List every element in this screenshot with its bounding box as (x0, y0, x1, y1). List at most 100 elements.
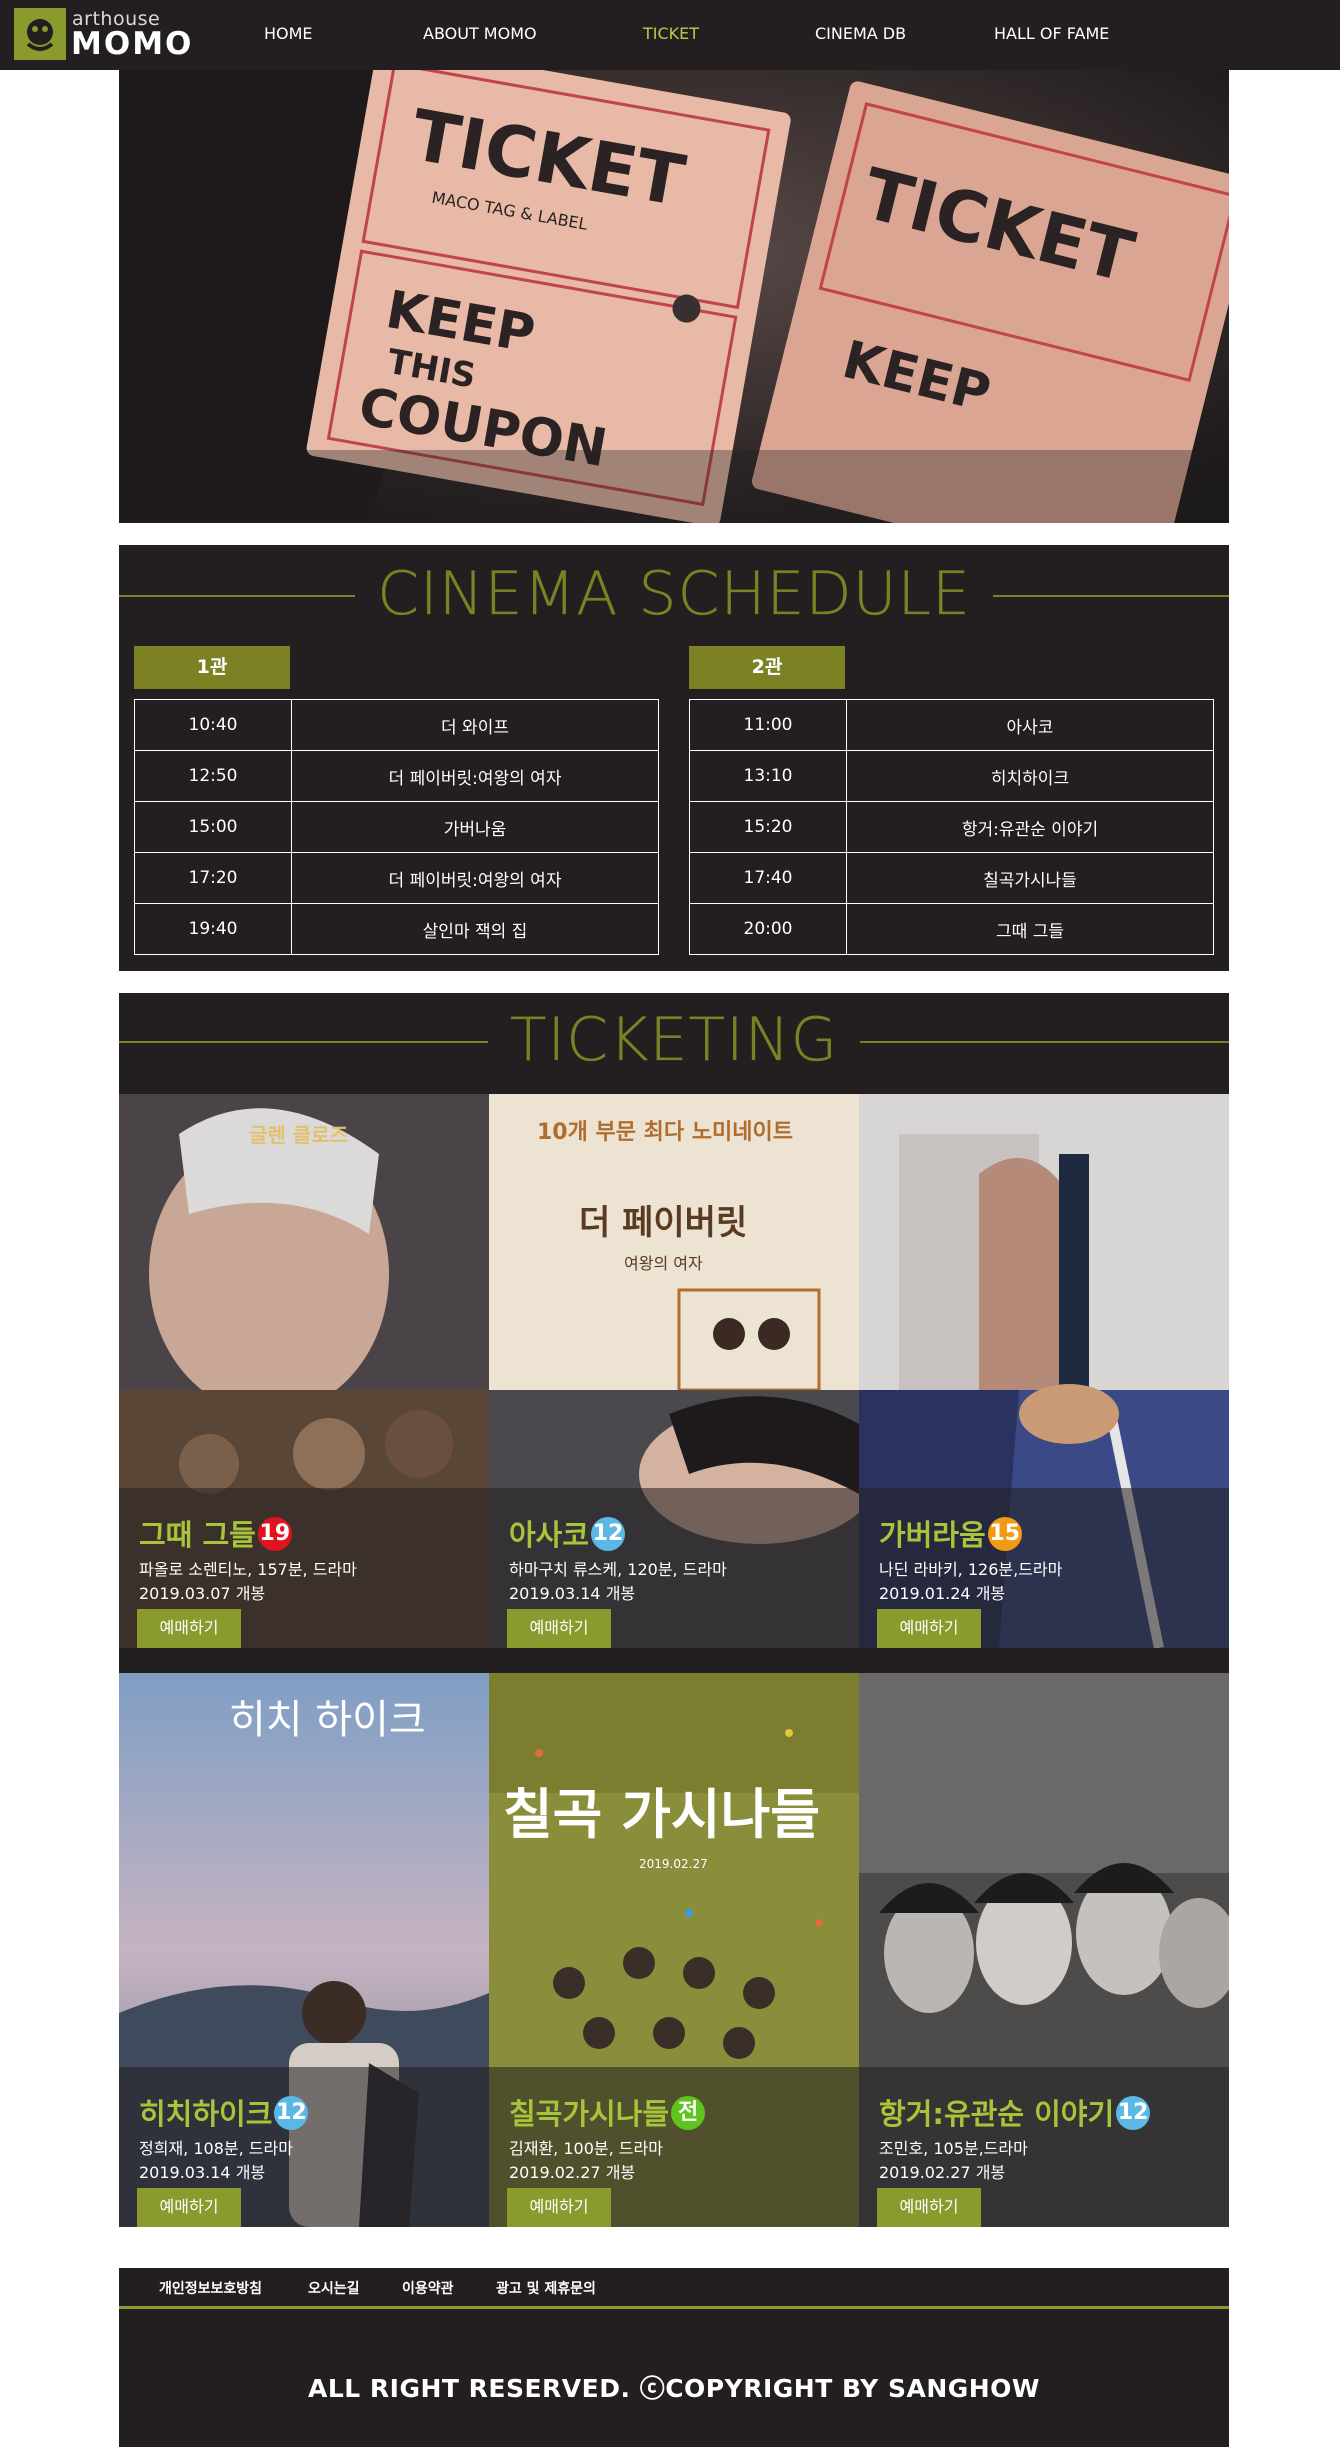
movie-card[interactable]: 10개 부문 최다 노미네이트 더 페이버릿 여왕의 여자 아사코 12 하마구치… (489, 1094, 859, 1648)
table-row: 15:00 가버나움 (134, 801, 659, 853)
hall-1-tab[interactable]: 1관 (134, 646, 290, 689)
hero-banner: TICKET MACO TAG & LABEL KEEP THIS COUPON… (119, 70, 1229, 523)
showtime: 13:10 (689, 750, 847, 802)
movie-name: 아사코 (509, 1518, 590, 1552)
footer-links-bar: 개인정보보호방침 오시는길 이용약관 광고 및 제휴문의 (119, 2268, 1229, 2309)
poster-text: 칠곡 가시나들 (503, 1783, 820, 1846)
table-row: 15:20 항거:유관순 이야기 (689, 801, 1214, 853)
movie-card[interactable]: 칠곡 가시나들 2019.02.27 칠곡가시나들 전 김재환, 100분, 드라… (489, 1673, 859, 2227)
movie-title: 아사코 (846, 699, 1214, 751)
card-title: 히치하이크 12 (139, 2091, 309, 2133)
age-rating-badge: 전 (671, 2096, 706, 2130)
nav-ticket[interactable]: TICKET (643, 24, 699, 43)
top-nav: arthouse MOMO HOME ABOUT MOMO TICKET CIN… (0, 0, 1340, 70)
table-row: 13:10 히치하이크 (689, 750, 1214, 802)
reserve-button[interactable]: 예매하기 (507, 1609, 611, 1648)
cinema-schedule-section: CINEMA SCHEDULE 1관 2관 10:40 더 와이프 12:50 더 … (119, 545, 1229, 971)
movie-title: 가버나움 (291, 801, 659, 853)
showtime: 11:00 (689, 699, 847, 751)
movie-name: 가버라움 (879, 1518, 986, 1552)
movie-title: 더 페이버릿:여왕의 여자 (291, 852, 659, 904)
nav-cinema-db[interactable]: CINEMA DB (815, 24, 906, 43)
release-date: 2019.03.07 개봉 (139, 1584, 266, 1603)
reserve-button[interactable]: 예매하기 (877, 2188, 981, 2227)
reserve-button[interactable]: 예매하기 (137, 2188, 241, 2227)
showtime: 19:40 (134, 903, 292, 955)
movie-title: 항거:유관순 이야기 (846, 801, 1214, 853)
footer-terms-link[interactable]: 이용약관 (402, 2278, 454, 2298)
movie-info: 정희재, 108분, 드라마 (139, 2139, 293, 2158)
card-title: 항거:유관순 이야기 12 (879, 2091, 1151, 2133)
showtime: 20:00 (689, 903, 847, 955)
showtime: 17:20 (134, 852, 292, 904)
card-title: 가버라움 15 (879, 1512, 1022, 1554)
hall-2-tab[interactable]: 2관 (689, 646, 845, 689)
poster-text: 글렌 클로즈 (249, 1123, 348, 1147)
table-row: 11:00 아사코 (689, 699, 1214, 751)
reserve-button[interactable]: 예매하기 (507, 2188, 611, 2227)
table-row: 20:00 그때 그들 (689, 903, 1214, 955)
table-row: 17:40 칠곡가시나들 (689, 852, 1214, 904)
movie-card[interactable]: 글렌 클로즈 그때 그들 19 파올로 소렌티노, 157분, 드라마 2019.… (119, 1094, 489, 1648)
nav-about[interactable]: ABOUT MOMO (423, 24, 537, 43)
movie-info: 김재환, 100분, 드라마 (509, 2139, 663, 2158)
footer-privacy-link[interactable]: 개인정보보호방침 (159, 2278, 262, 2298)
schedule-title: CINEMA SCHEDULE (355, 559, 993, 629)
ticketing-title: TICKETING (487, 1005, 861, 1075)
card-title: 칠곡가시나들 전 (509, 2091, 706, 2133)
movie-name: 히치하이크 (139, 2097, 273, 2131)
showtime: 12:50 (134, 750, 292, 802)
age-rating-badge: 15 (987, 1517, 1022, 1551)
movie-card[interactable]: 항거:유관순 이야기 12 조민호, 105분,드라마 2019.02.27 개봉… (859, 1673, 1229, 2227)
movie-title: 그때 그들 (846, 903, 1214, 955)
ticketing-section: TICKETING 글렌 클로즈 그때 그들 19 파올로 소렌티노, 157분,… (119, 993, 1229, 2227)
showtime: 17:40 (689, 852, 847, 904)
table-row: 19:40 살인마 잭의 집 (134, 903, 659, 955)
table-row: 12:50 더 페이버릿:여왕의 여자 (134, 750, 659, 802)
reserve-button[interactable]: 예매하기 (137, 1609, 241, 1648)
hall-1-schedule-table: 10:40 더 와이프 12:50 더 페이버릿:여왕의 여자 15:00 가버나움 … (134, 699, 659, 955)
age-rating-badge: 19 (257, 1517, 292, 1551)
reserve-button[interactable]: 예매하기 (877, 1609, 981, 1648)
movie-title: 더 와이프 (291, 699, 659, 751)
poster-text: 10개 부문 최다 노미네이트 (537, 1120, 793, 1145)
movie-card[interactable]: 히치 하이크 히치하이크 12 정희재, 108분, 드라마 2019.03.14… (119, 1673, 489, 2227)
release-date: 2019.03.14 개봉 (139, 2163, 266, 2182)
movie-name: 항거:유관순 이야기 (879, 2097, 1115, 2131)
logo-mark-icon (14, 8, 66, 60)
movie-title: 칠곡가시나들 (846, 852, 1214, 904)
footer: ALL RIGHT RESERVED. ⓒCOPYRIGHT BY SANGHO… (119, 2309, 1229, 2447)
age-rating-badge: 12 (591, 1517, 626, 1551)
age-rating-badge: 12 (1116, 2096, 1151, 2130)
movie-title: 살인마 잭의 집 (291, 903, 659, 955)
footer-ads-link[interactable]: 광고 및 제휴문의 (496, 2278, 596, 2298)
hero-tickets-image: TICKET MACO TAG & LABEL KEEP THIS COUPON… (119, 70, 1229, 523)
movie-info: 조민호, 105분,드라마 (879, 2139, 1028, 2158)
showtime: 10:40 (134, 699, 292, 751)
card-title: 아사코 12 (509, 1512, 626, 1554)
nav-hall-of-fame[interactable]: HALL OF FAME (994, 24, 1109, 43)
poster-text: 히치 하이크 (229, 1697, 426, 1743)
age-rating-badge: 12 (274, 2096, 309, 2130)
movie-info: 하마구치 류스케, 120분, 드라마 (509, 1560, 727, 1579)
movie-name: 칠곡가시나들 (509, 2097, 670, 2131)
logo-title: MOMO (71, 26, 194, 62)
showtime: 15:20 (689, 801, 847, 853)
hall-2-schedule-table: 11:00 아사코 13:10 히치하이크 15:20 항거:유관순 이야기 17:4… (689, 699, 1214, 955)
nav-home[interactable]: HOME (264, 24, 313, 43)
movie-card[interactable]: 가버라움 15 나딘 라바키, 126분,드라마 2019.01.24 개봉 예매… (859, 1094, 1229, 1648)
release-date: 2019.02.27 개봉 (879, 2163, 1006, 2182)
movie-title: 히치하이크 (846, 750, 1214, 802)
movie-info: 파올로 소렌티노, 157분, 드라마 (139, 1560, 357, 1579)
table-row: 17:20 더 페이버릿:여왕의 여자 (134, 852, 659, 904)
poster-text: 더 페이버릿 (579, 1203, 747, 1243)
footer-directions-link[interactable]: 오시는길 (308, 2278, 360, 2298)
poster-text: 여왕의 여자 (624, 1254, 703, 1273)
card-title: 그때 그들 19 (139, 1512, 292, 1554)
movie-info: 나딘 라바키, 126분,드라마 (879, 1560, 1063, 1579)
copyright-text: ALL RIGHT RESERVED. ⓒCOPYRIGHT BY SANGHO… (307, 2374, 1041, 2403)
poster-text: 2019.02.27 (639, 1857, 708, 1871)
release-date: 2019.01.24 개봉 (879, 1584, 1006, 1603)
table-row: 10:40 더 와이프 (134, 699, 659, 751)
showtime: 15:00 (134, 801, 292, 853)
